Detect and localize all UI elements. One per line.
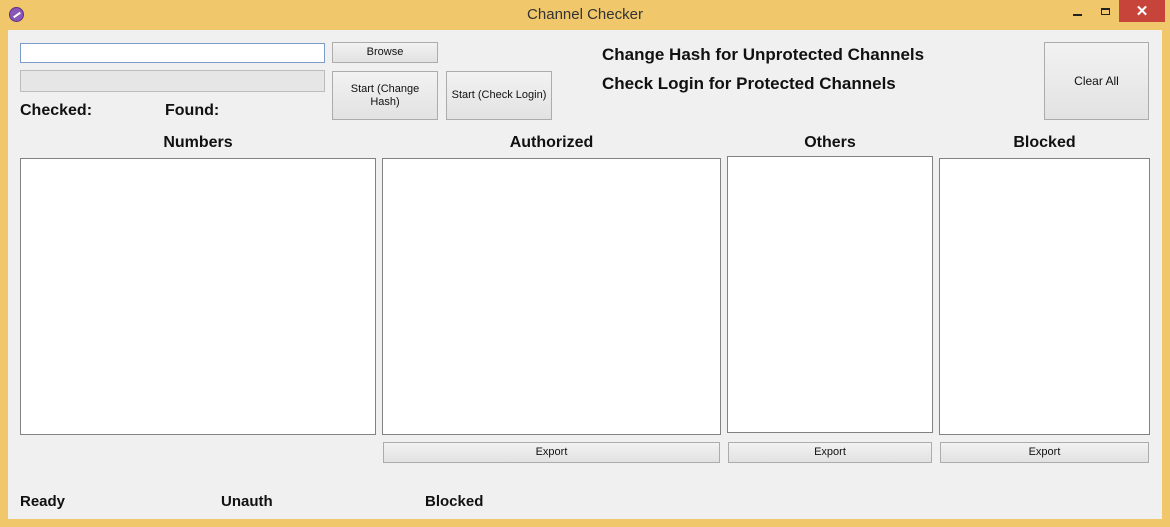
- checked-label: Checked:: [20, 102, 93, 119]
- info-change-hash-text: Change Hash for Unprotected Channels: [602, 45, 925, 64]
- start-change-hash-button[interactable]: Start (Change Hash): [332, 71, 438, 120]
- minimize-icon: [1072, 14, 1082, 16]
- found-label: Found:: [165, 102, 220, 119]
- app-window: Channel Checker ✕ Checked: Found: Browse…: [0, 0, 1170, 527]
- export-others-button[interactable]: Export: [728, 442, 932, 463]
- numbers-listbox[interactable]: [20, 158, 376, 435]
- authorized-heading: Authorized: [509, 134, 594, 151]
- info-check-login-text: Check Login for Protected Channels: [602, 74, 896, 93]
- close-button[interactable]: ✕: [1119, 0, 1165, 22]
- close-icon: ✕: [1135, 3, 1149, 20]
- numbers-heading: Numbers: [163, 134, 233, 151]
- blocked-listbox[interactable]: [939, 158, 1150, 435]
- others-listbox[interactable]: [727, 156, 933, 433]
- status-blocked: Blocked: [425, 493, 484, 510]
- status-ready: Ready: [20, 493, 66, 510]
- title-bar[interactable]: Channel Checker ✕: [0, 0, 1170, 30]
- export-blocked-button[interactable]: Export: [940, 442, 1149, 463]
- window-title: Channel Checker: [527, 6, 643, 23]
- start-check-login-button[interactable]: Start (Check Login): [446, 71, 552, 120]
- client-area: Checked: Found: Browse Start (Change Has…: [8, 30, 1162, 519]
- blocked-heading: Blocked: [1013, 134, 1076, 151]
- clear-all-button[interactable]: Clear All: [1044, 42, 1149, 120]
- authorized-listbox[interactable]: [382, 158, 721, 435]
- minimize-button[interactable]: [1063, 0, 1091, 22]
- maximize-icon: [1100, 7, 1110, 15]
- path-input[interactable]: [20, 43, 325, 63]
- maximize-button[interactable]: [1091, 0, 1119, 22]
- export-authorized-button[interactable]: Export: [383, 442, 720, 463]
- progress-bar: [20, 70, 325, 92]
- others-heading: Others: [804, 134, 856, 151]
- browse-button[interactable]: Browse: [332, 42, 438, 63]
- status-unauth: Unauth: [221, 493, 273, 510]
